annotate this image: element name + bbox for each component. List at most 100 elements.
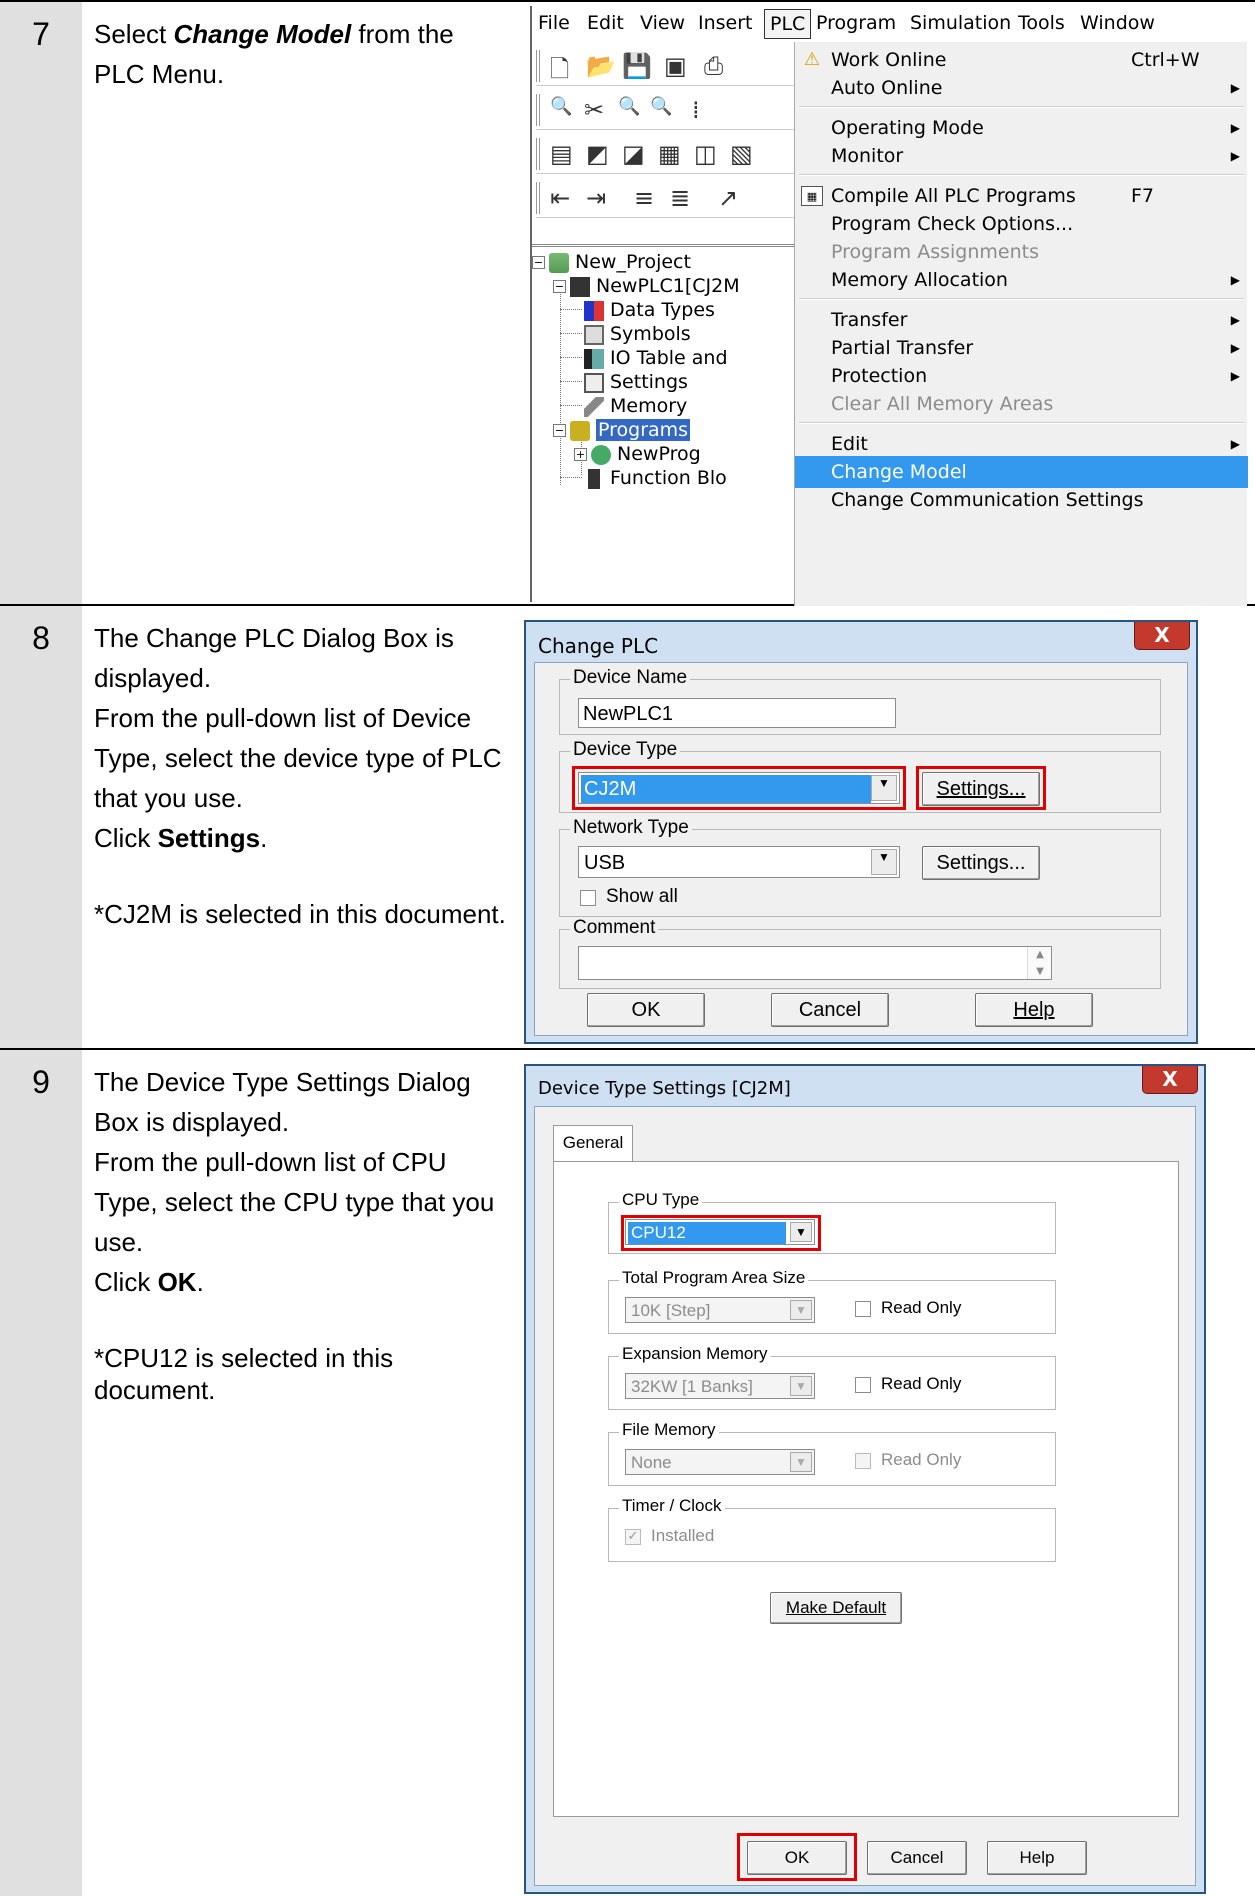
step-7-row: 7 Select Change Model from the PLC Menu.… [0,0,1255,606]
expansion-memory-select[interactable]: 32KW [1 Banks] ▼ [625,1373,815,1399]
comment-icon[interactable]: ≣ [670,184,690,212]
tab-general[interactable]: General [553,1125,633,1161]
ok-button[interactable]: OK [587,993,705,1027]
preview-icon[interactable]: ▣ [664,52,687,80]
pointer-icon[interactable]: ↗ [718,184,738,212]
total-program-area-group: Total Program Area Size 10K [Step] ▼ Rea… [608,1268,1056,1334]
menu-edit[interactable]: Edit [587,12,624,34]
make-default-button[interactable]: Make Default [770,1592,902,1624]
grid-icon[interactable]: ⁞ [692,96,700,124]
toolbar-zoom: 🔍 ✂ 🔍 🔍 ⁞ [536,90,806,130]
menu-simulation[interactable]: Simulation [910,12,1011,34]
plc-dropdown-menu: ⚠ Work Online Ctrl+W Auto Online ▶ Opera… [794,42,1248,606]
show-all-label: Show all [606,886,678,907]
menu-window[interactable]: Window [1080,12,1155,34]
show-all-checkbox[interactable] [580,890,596,906]
tree-node-project[interactable]: − New_Project [532,251,691,273]
collapse-icon[interactable]: − [553,280,566,293]
menu-view[interactable]: View [640,12,685,34]
open-folder-icon[interactable]: 📂 [586,52,616,80]
menu-program[interactable]: Program [816,12,896,34]
plc-icon [570,276,590,297]
file-memory-select[interactable]: None ▼ [625,1449,815,1475]
menu-item-change-communication-settings[interactable]: Change Communication Settings [795,484,1248,516]
tree-node-settings[interactable]: Settings [584,371,688,393]
tree-node-io-table[interactable]: IO Table and [584,347,728,369]
save-icon[interactable]: 💾 [622,52,652,80]
comment-scrollbar[interactable]: ▲ ▼ [1027,947,1051,979]
tree-node-memory[interactable]: Memory [584,395,687,417]
read-only-checkbox[interactable] [855,1301,871,1317]
diagram-icon[interactable]: ◩ [586,140,609,168]
toolbar-file: 🗋 📂 💾 ▣ ⎙ [536,46,806,86]
menu-item-auto-online[interactable]: Auto Online ▶ [795,72,1248,104]
menu-separator [799,298,1244,300]
warning-icon: ⚠ [803,49,821,70]
collapse-icon[interactable]: − [553,424,566,437]
help-button[interactable]: Help [975,993,1093,1027]
installed-label: Installed [651,1526,715,1545]
close-button[interactable]: X [1134,622,1190,650]
align-icon[interactable]: ≡ [634,184,654,212]
network-icon[interactable]: ▦ [658,140,681,168]
scroll-up-icon[interactable]: ▲ [1028,949,1052,960]
tree-node-plc[interactable]: − NewPLC1[CJ2M [553,275,740,297]
submenu-arrow-icon: ▶ [1230,273,1240,287]
cpu-type-label: CPU Type [619,1190,703,1210]
cancel-button[interactable]: Cancel [771,993,889,1027]
tree-node-programs[interactable]: − Programs [553,419,691,441]
collapse-icon[interactable]: − [532,256,545,269]
properties-icon[interactable]: ▧ [730,140,753,168]
scroll-down-icon[interactable]: ▼ [1028,966,1052,977]
chevron-down-icon[interactable]: ▼ [790,1300,812,1320]
step-instructions: Select Change Model from the PLC Menu. [82,2,520,604]
expand-icon[interactable]: + [574,448,587,461]
cancel-button[interactable]: Cancel [867,1841,967,1875]
installed-checkbox[interactable]: ✓ [625,1529,641,1545]
window-icon[interactable]: ◫ [694,140,717,168]
zoom-icon[interactable]: 🔍 [550,96,572,117]
menu-item-memory-allocation[interactable]: Memory Allocation ▶ [795,264,1248,296]
total-program-area-select[interactable]: 10K [Step] ▼ [625,1297,815,1323]
network-type-select[interactable]: USB ▼ [578,846,900,878]
chevron-down-icon[interactable]: ▼ [790,1452,812,1472]
highlight-cpu-type [621,1215,821,1251]
zoom-in-icon[interactable]: 🔍 [618,96,640,117]
read-only-checkbox[interactable] [855,1377,871,1393]
menu-insert[interactable]: Insert [698,12,753,34]
memory-icon [584,396,604,417]
menu-plc[interactable]: PLC [764,9,812,39]
device-name-input[interactable]: NewPLC1 [578,698,896,728]
ladder-view-icon[interactable]: ▤ [550,140,573,168]
chevron-down-icon[interactable]: ▼ [790,1376,812,1396]
read-only-checkbox-disabled[interactable] [855,1453,871,1469]
tree-node-data-types[interactable]: Data Types [584,299,715,321]
zoom-out-icon[interactable]: 🔍 [650,96,672,117]
menu-item-clear-all-memory[interactable]: Clear All Memory Areas [795,388,1248,420]
tree-node-symbols[interactable]: Symbols [584,323,691,345]
device-type-label: Device Type [570,739,681,761]
tree-node-newprog[interactable]: + NewProg [574,443,701,465]
step-instructions: The Change PLC Dialog Box is displayed. … [82,606,520,1048]
device-name-label: Device Name [570,667,691,689]
step-number-column: 7 [0,2,82,604]
comment-textarea[interactable]: ▲ ▼ [578,946,1052,980]
menu-separator [799,174,1244,176]
cut-icon[interactable]: ✂ [584,96,604,124]
menu-tools[interactable]: Tools [1018,12,1065,34]
chevron-down-icon[interactable]: ▼ [871,849,897,875]
menu-item-monitor[interactable]: Monitor ▶ [795,140,1248,172]
menu-separator [799,106,1244,108]
change-model-emphasis: Change Model [173,19,352,49]
print-icon[interactable]: ⎙ [704,52,723,80]
tree-node-function-blocks[interactable]: Function Blo [584,467,727,489]
indent-icon[interactable]: ⇤ [550,184,570,212]
chart-icon[interactable]: ◪ [622,140,645,168]
close-button[interactable]: X [1142,1066,1198,1094]
new-file-icon[interactable]: 🗋 [550,52,569,93]
menu-file[interactable]: File [538,12,570,34]
menu-separator [799,422,1244,424]
help-button[interactable]: Help [987,1841,1087,1875]
outdent-icon[interactable]: ⇥ [586,184,606,212]
network-settings-button[interactable]: Settings... [922,846,1040,880]
